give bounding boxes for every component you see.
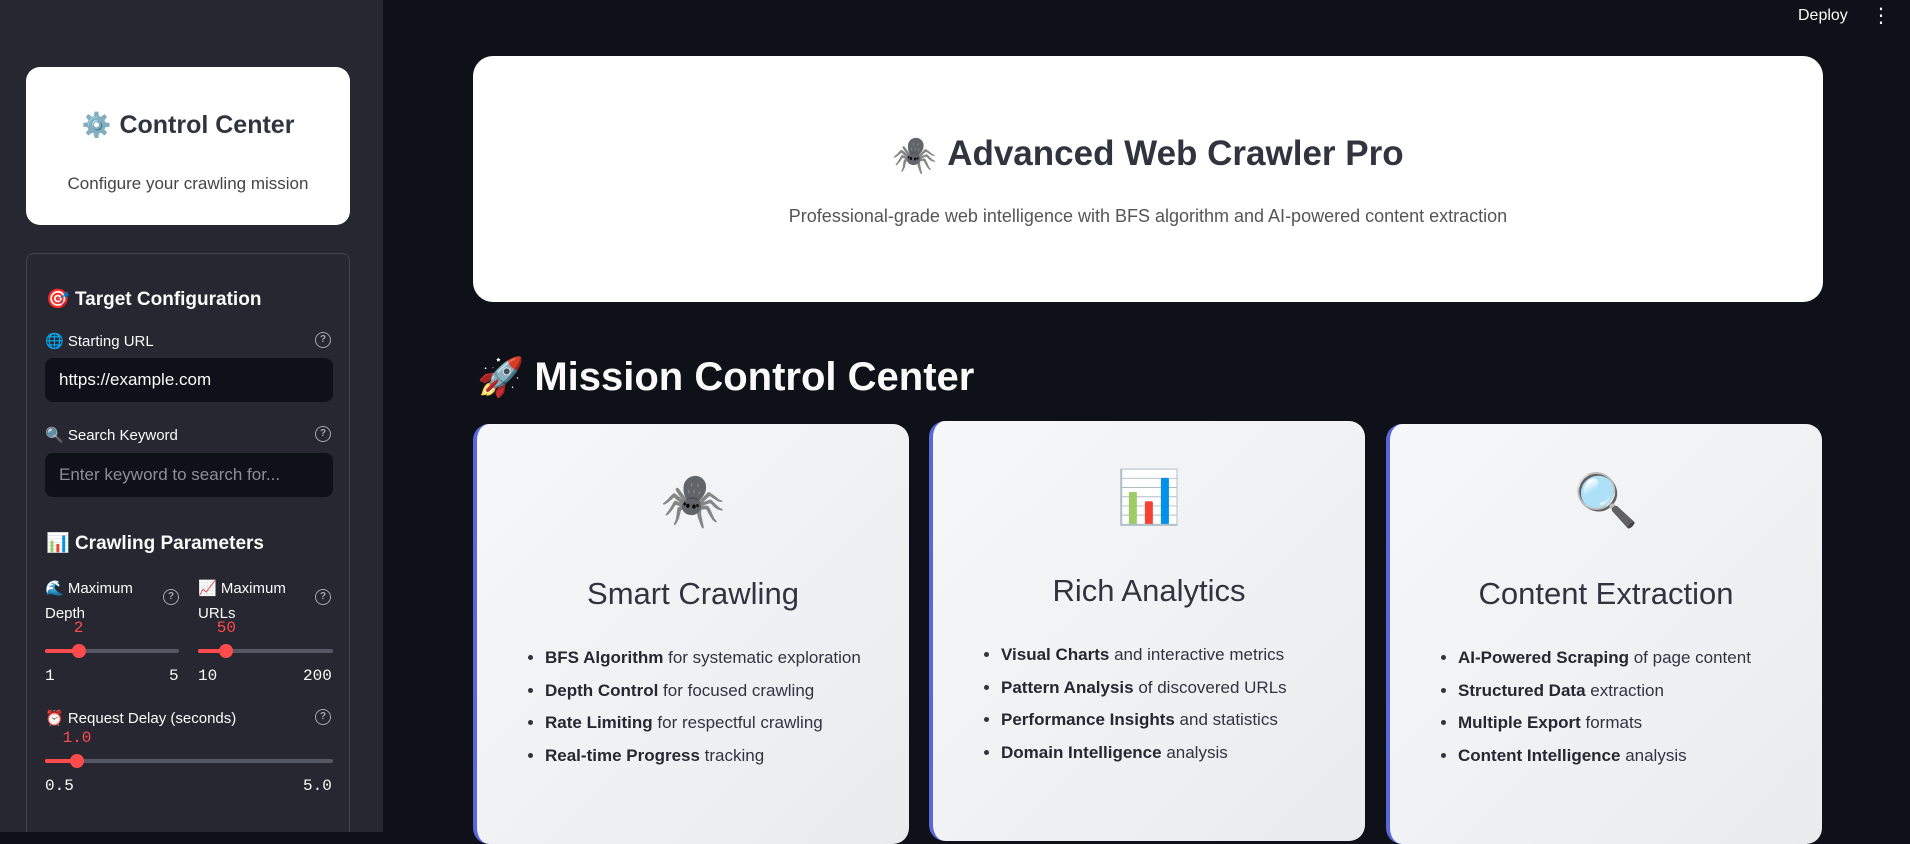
max-depth-slider[interactable]: 2	[45, 619, 179, 658]
feature-card-title: Content Extraction	[1478, 576, 1734, 611]
page-title: 🕷️ Advanced Web Crawler Pro	[892, 134, 1404, 175]
page-subtitle: Professional-grade web intelligence with…	[788, 206, 1508, 226]
help-icon[interactable]: ?	[315, 709, 331, 725]
feature-highlight: AI-Powered Scraping	[1458, 648, 1629, 667]
feature-description: for focused crawling	[658, 680, 815, 700]
slider-value: 50	[216, 619, 237, 637]
feature-description: extraction	[1585, 680, 1664, 700]
rocket-icon: 🚀	[477, 357, 525, 399]
target-config-heading: 🎯 Target Configuration	[46, 289, 262, 310]
feature-highlight: Depth Control	[545, 680, 659, 700]
slider-thumb[interactable]	[219, 644, 234, 658]
feature-list-item: Real-time Progress tracking	[545, 746, 861, 779]
magnifier-icon: 🔍	[1573, 472, 1639, 530]
spider-icon: 🕷️	[660, 472, 726, 530]
bar-chart-icon: 📊	[1116, 469, 1182, 527]
starting-url-input[interactable]	[45, 358, 333, 402]
feature-list-item: AI-Powered Scraping of page content	[1458, 648, 1751, 681]
feature-highlight: Visual Charts	[1001, 645, 1110, 664]
feature-list-item: Visual Charts and interactive metrics	[1001, 645, 1287, 678]
request-delay-label: ⏰ Request Delay (seconds)	[45, 710, 237, 727]
feature-list-item: Pattern Analysis of discovered URLs	[1001, 678, 1287, 711]
feature-list: Visual Charts and interactive metricsPat…	[971, 645, 1287, 775]
config-container: 🎯 Target Configuration 🌐 Starting URL ? …	[26, 253, 350, 832]
feature-list-item: BFS Algorithm for systematic exploration	[545, 648, 861, 681]
slider-min: 0.5	[45, 777, 74, 795]
feature-description: and interactive metrics	[1109, 645, 1285, 664]
feature-list: AI-Powered Scraping of page contentStruc…	[1428, 648, 1751, 778]
feature-highlight: Pattern Analysis	[1001, 677, 1134, 697]
deploy-button[interactable]: Deploy	[1798, 7, 1848, 25]
feature-list-item: Structured Data extraction	[1458, 681, 1751, 714]
feature-card-smart-crawling: 🕷️ Smart Crawling BFS Algorithm for syst…	[473, 424, 909, 844]
feature-highlight: Real-time Progress	[545, 745, 700, 765]
slider-thumb[interactable]	[71, 644, 86, 658]
feature-card-rich-analytics: 📊 Rich Analytics Visual Charts and inter…	[929, 421, 1365, 841]
mission-heading: 🚀 Mission Control Center	[477, 355, 975, 399]
feature-highlight: Rate Limiting	[545, 713, 653, 732]
slider-min: 10	[198, 667, 218, 685]
feature-card-content-extraction: 🔍 Content Extraction AI-Powered Scraping…	[1386, 424, 1822, 844]
feature-description: for systematic exploration	[663, 648, 861, 667]
target-icon: 🎯	[46, 289, 70, 310]
feature-highlight: BFS Algorithm	[545, 648, 664, 667]
search-keyword-label: 🔍 Search Keyword	[45, 427, 178, 444]
feature-description: formats	[1580, 713, 1643, 732]
feature-description: of page content	[1628, 648, 1751, 667]
hero-banner: 🕷️ Advanced Web Crawler Pro Professional-…	[473, 56, 1823, 302]
chart-icon: 📊	[46, 533, 70, 554]
feature-description: analysis	[1161, 742, 1228, 762]
help-icon[interactable]: ?	[163, 589, 179, 605]
slider-thumb[interactable]	[70, 754, 84, 768]
more-menu-icon[interactable]: ⋮	[1871, 5, 1891, 27]
max-urls-slider[interactable]: 50	[198, 619, 333, 658]
search-keyword-input[interactable]	[45, 453, 333, 497]
feature-description: and statistics	[1174, 710, 1278, 729]
spider-icon: 🕷️	[892, 134, 938, 175]
sidebar: ⚙️ Control Center Configure your crawling…	[0, 0, 383, 832]
slider-max: 5	[169, 667, 179, 685]
feature-description: analysis	[1620, 745, 1687, 765]
feature-highlight: Multiple Export	[1458, 713, 1581, 732]
feature-list-item: Domain Intelligence analysis	[1001, 743, 1287, 776]
feature-list-item: Multiple Export formats	[1458, 713, 1751, 746]
slider-min: 1	[45, 667, 55, 685]
gear-icon: ⚙️	[81, 112, 112, 139]
request-delay-slider[interactable]: 1.0	[45, 729, 333, 768]
slider-max: 5.0	[303, 777, 332, 795]
feature-highlight: Content Intelligence	[1458, 745, 1621, 765]
crawling-params-heading: 📊 Crawling Parameters	[46, 533, 264, 554]
feature-list: BFS Algorithm for systematic exploration…	[515, 648, 861, 778]
feature-highlight: Performance Insights	[1001, 710, 1175, 729]
feature-list-item: Depth Control for focused crawling	[545, 681, 861, 714]
feature-list-item: Content Intelligence analysis	[1458, 746, 1751, 779]
control-center-subtitle: Configure your crawling mission	[67, 174, 309, 193]
feature-description: for respectful crawling	[652, 713, 823, 732]
help-icon[interactable]: ?	[315, 589, 331, 605]
help-icon[interactable]: ?	[315, 332, 331, 348]
feature-card-title: Smart Crawling	[587, 576, 799, 611]
feature-highlight: Domain Intelligence	[1001, 742, 1162, 762]
feature-list-item: Performance Insights and statistics	[1001, 710, 1287, 743]
feature-card-title: Rich Analytics	[1052, 573, 1246, 608]
feature-description: tracking	[699, 745, 765, 765]
feature-highlight: Structured Data	[1458, 680, 1586, 700]
feature-list-item: Rate Limiting for respectful crawling	[545, 713, 861, 746]
slider-value: 2	[73, 619, 84, 637]
control-center-title: ⚙️ Control Center	[81, 111, 295, 139]
starting-url-label: 🌐 Starting URL	[45, 333, 154, 350]
control-center-card: ⚙️ Control Center Configure your crawling…	[26, 67, 350, 225]
help-icon[interactable]: ?	[315, 426, 331, 442]
slider-value: 1.0	[62, 729, 92, 747]
max-urls-label: 📈 Maximum URLs	[198, 580, 286, 622]
max-depth-label: 🌊 Maximum Depth	[45, 580, 133, 622]
slider-max: 200	[303, 667, 332, 685]
feature-description: of discovered URLs	[1133, 677, 1287, 697]
